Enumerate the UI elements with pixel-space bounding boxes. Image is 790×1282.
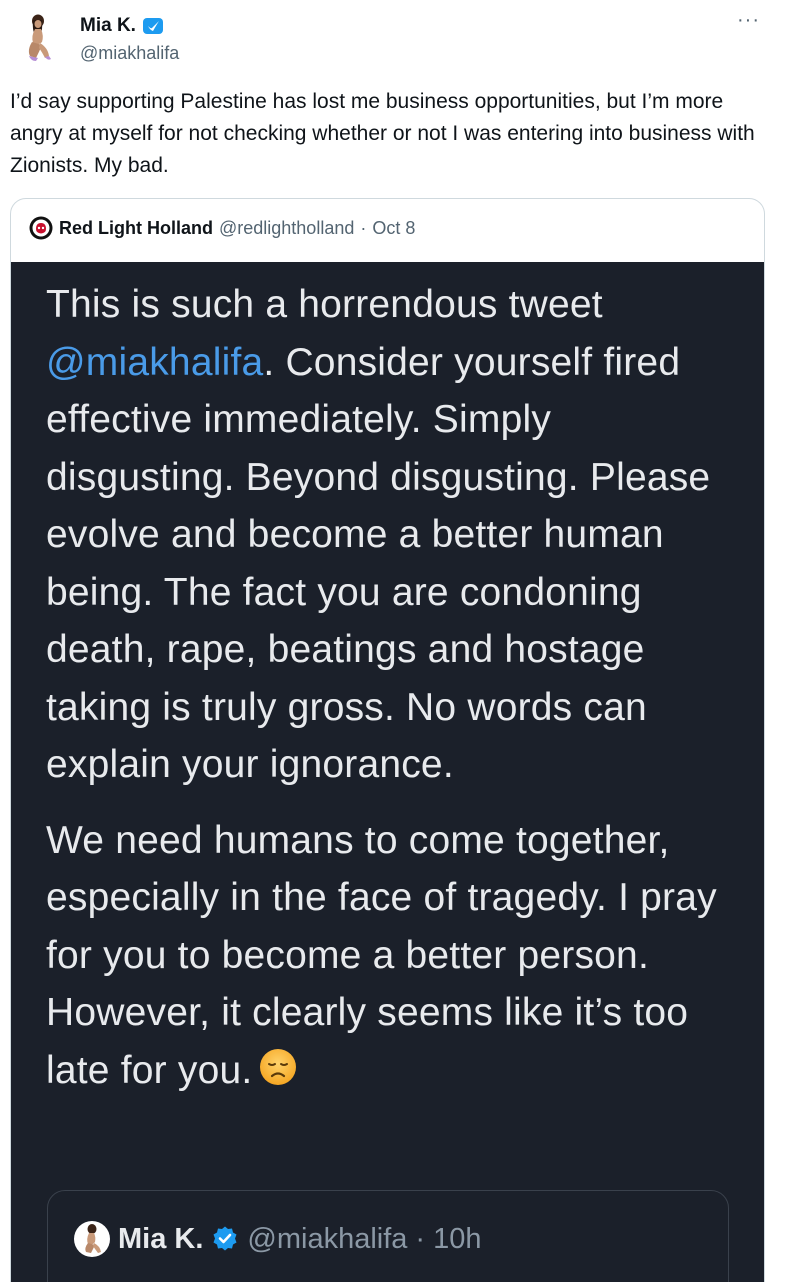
inner-timestamp: 10h: [433, 1223, 482, 1255]
more-options-icon[interactable]: ···: [737, 10, 760, 30]
author-handle[interactable]: @miakhalifa: [80, 42, 179, 64]
author-name[interactable]: Mia K.: [80, 14, 136, 38]
inner-author-avatar: [74, 1221, 110, 1257]
screenshot-text-rest: . Consider yourself fired effective imme…: [46, 340, 711, 787]
tweet-text: I’d say supporting Palestine has lost me…: [10, 90, 755, 177]
quoted-separator: ·: [360, 218, 367, 238]
mention-link: @miakhalifa: [46, 340, 264, 384]
inner-separator: ·: [415, 1223, 426, 1255]
quoted-author-name[interactable]: Red Light Holland: [59, 217, 213, 239]
disappointed-face-emoji-icon: [258, 1046, 298, 1104]
screenshot-text-p2: We need humans to come together, especia…: [46, 818, 717, 1092]
inner-verified-badge-icon: [213, 1226, 237, 1251]
author-avatar[interactable]: [12, 12, 64, 64]
quoted-author-handle[interactable]: @redlightholland: [219, 217, 354, 239]
screenshot-text-start: This is such a horrendous tweet: [46, 283, 603, 326]
quoted-date[interactable]: Oct 8: [372, 217, 415, 239]
quoted-screenshot-image[interactable]: This is such a horrendous tweet @miakhal…: [11, 262, 764, 1282]
screenshot-paragraph-1: This is such a horrendous tweet @miakhal…: [46, 276, 746, 794]
verified-badge-icon: [142, 15, 164, 37]
author-display-name[interactable]: Mia K.: [80, 14, 164, 38]
quoted-tweet-header: Red Light Holland @redlightholland · Oct…: [29, 216, 415, 240]
inner-author-handle: @miakhalifa: [247, 1223, 408, 1255]
red-light-holland-logo-icon[interactable]: [29, 216, 53, 240]
inner-quoted-header: Mia K. @miakhalifa · 10h: [74, 1221, 481, 1257]
screenshot-text: This is such a horrendous tweet @miakhal…: [46, 276, 746, 1103]
screenshot-paragraph-2: We need humans to come together, especia…: [46, 812, 746, 1104]
inner-author-name: Mia K.: [118, 1223, 204, 1255]
quoted-tweet-card[interactable]: Red Light Holland @redlightholland · Oct…: [10, 198, 765, 1282]
inner-quoted-tweet: Mia K. @miakhalifa · 10h: [47, 1190, 729, 1282]
